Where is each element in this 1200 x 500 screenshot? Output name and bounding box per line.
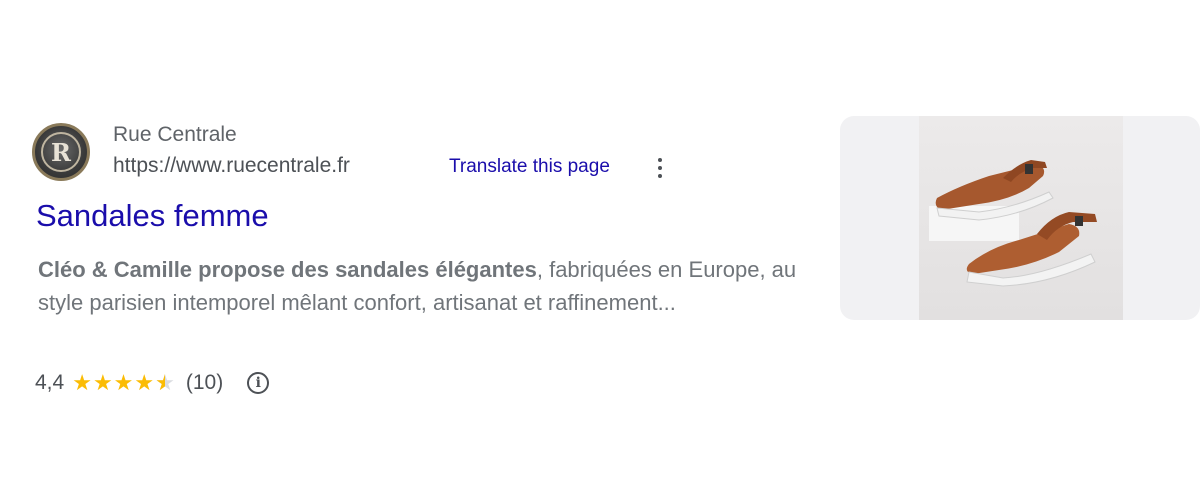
sandals-illustration — [929, 160, 1097, 287]
dot — [658, 174, 662, 178]
result-snippet: Cléo & Camille propose des sandales élég… — [38, 253, 818, 319]
sandals-photo — [919, 116, 1123, 320]
star-icon: ★ — [113, 370, 134, 395]
review-count: (10) — [185, 371, 224, 394]
result-thumbnail[interactable] — [840, 116, 1200, 320]
result-title-link[interactable]: Sandales femme — [36, 198, 269, 234]
site-url: https://www.ruecentrale.fr — [113, 154, 350, 177]
favicon-letter: R — [41, 132, 81, 172]
half-star-icon: ★ — [155, 372, 175, 395]
star-icon: ★ — [134, 370, 155, 395]
site-header[interactable]: R Rue Centrale https://www.ruecentrale.f… — [32, 120, 822, 182]
site-name: Rue Centrale — [113, 123, 237, 146]
dot — [658, 166, 662, 170]
rating-value: 4,4 — [35, 371, 65, 394]
star-rating: ★ ★ ★ ★ ★ — [72, 370, 176, 395]
dot — [658, 158, 662, 162]
star-icon: ★ — [92, 370, 113, 395]
more-options-icon[interactable] — [650, 154, 670, 182]
site-favicon: R — [32, 123, 90, 181]
snippet-highlight: Cléo & Camille propose des sandales élég… — [38, 257, 537, 282]
star-icon: ★ — [72, 370, 92, 395]
search-result: R Rue Centrale https://www.ruecentrale.f… — [32, 120, 822, 394]
info-icon[interactable]: i — [247, 372, 270, 394]
rating-row: 4,4 ★ ★ ★ ★ ★ (10) i — [35, 368, 270, 398]
translate-page-link[interactable]: Translate this page — [449, 156, 610, 178]
